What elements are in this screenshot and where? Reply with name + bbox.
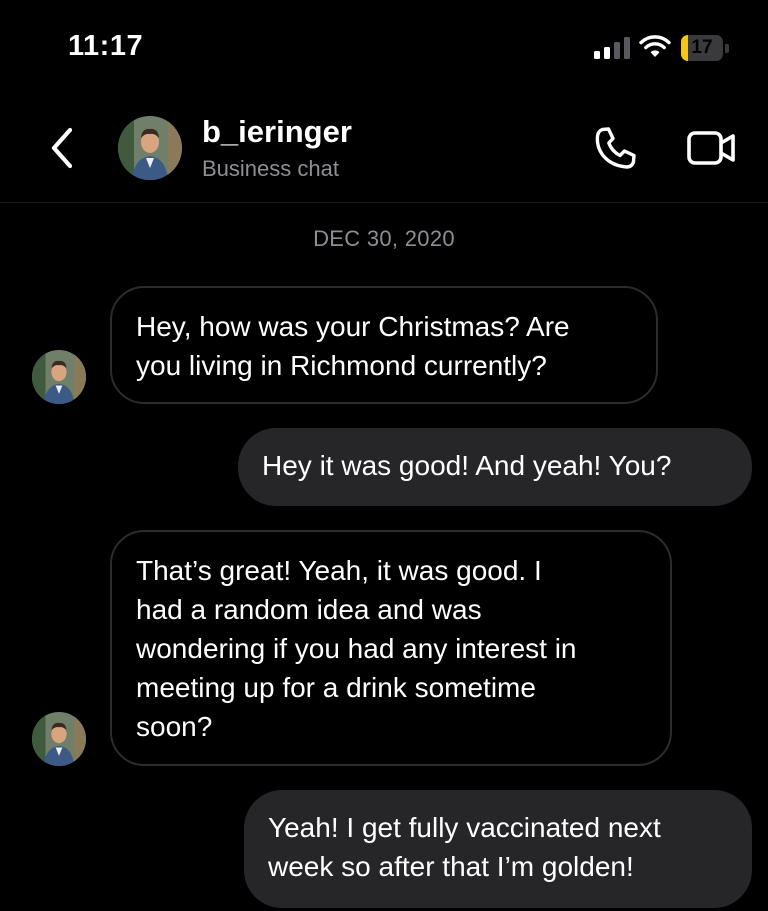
message-bubble-incoming[interactable]: That’s great! Yeah, it was good. I had a… — [110, 530, 672, 766]
contact-subtitle: Business chat — [202, 156, 339, 181]
message-text-line: had a random idea and was — [136, 594, 482, 625]
message-text-line: Hey, how was your Christmas? Are — [136, 311, 570, 342]
message-text-line: you living in Richmond currently? — [136, 350, 547, 381]
status-bar: 11:17 17 — [0, 0, 768, 100]
battery-indicator: 17 — [681, 35, 729, 61]
audio-call-button[interactable] — [592, 124, 638, 172]
avatar-photo — [32, 350, 86, 404]
contact-avatar[interactable] — [118, 116, 182, 180]
cellular-signal-icon — [594, 37, 630, 59]
battery-level-text: 17 — [691, 37, 713, 58]
message-bubble-outgoing[interactable]: Yeah! I get fully vaccinated next week s… — [244, 790, 752, 908]
video-camera-icon — [687, 131, 735, 165]
battery-cap — [725, 44, 729, 53]
message-text-line: That’s great! Yeah, it was good. I — [136, 555, 542, 586]
message-sender-avatar[interactable] — [32, 350, 86, 404]
phone-icon — [595, 127, 636, 169]
message-text-line: Yeah! I get fully vaccinated next — [268, 812, 661, 843]
avatar-photo — [118, 116, 182, 180]
message-sender-avatar[interactable] — [32, 712, 86, 766]
message-text-line: meeting up for a drink sometime — [136, 672, 536, 703]
contact-name[interactable]: b_ieringer — [202, 114, 352, 150]
chat-header: b_ieringer Business chat — [0, 100, 768, 203]
message-text-line: wondering if you had any interest in — [136, 633, 577, 664]
avatar-photo — [32, 712, 86, 766]
video-call-button[interactable] — [686, 128, 738, 168]
message-text-line: week so after that I’m golden! — [268, 851, 634, 882]
message-bubble-incoming[interactable]: Hey, how was your Christmas? Are you liv… — [110, 286, 658, 404]
message-text-line: soon? — [136, 711, 213, 742]
battery-body: 17 — [681, 35, 723, 61]
date-separator: DEC 30, 2020 — [313, 226, 455, 251]
message-text-line: Hey it was good! And yeah! You? — [262, 450, 672, 481]
chevron-left-icon — [51, 127, 73, 169]
back-button[interactable] — [46, 124, 80, 172]
status-time: 11:17 — [68, 30, 144, 62]
message-bubble-outgoing[interactable]: Hey it was good! And yeah! You? — [238, 428, 752, 506]
wifi-icon — [639, 35, 671, 57]
